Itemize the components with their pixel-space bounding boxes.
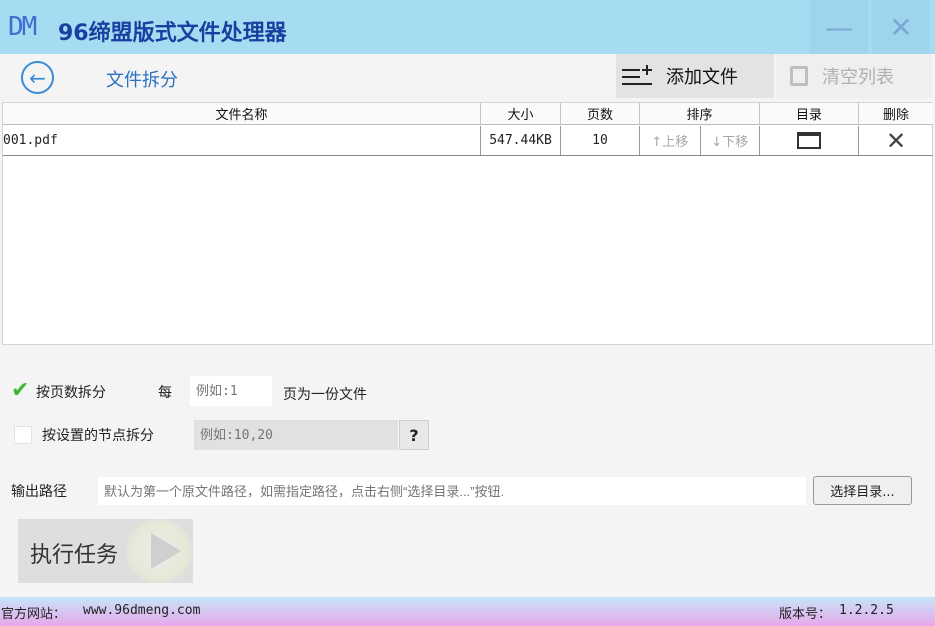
add-file-label: 添加文件 [666, 67, 738, 88]
minimize-button[interactable]: — [810, 0, 868, 54]
site-url[interactable]: www.96dmeng.com [83, 603, 200, 618]
site-label: 官方网站： [1, 607, 67, 622]
table-row[interactable]: 001.pdf 547.44KB 10 ↑上移 ↓下移 ✕ [3, 126, 933, 156]
add-list-icon [622, 65, 652, 87]
app-title: 96缔盟版式文件处理器 [58, 21, 287, 46]
header-delete[interactable]: 删除 [859, 103, 933, 124]
output-path-label: 输出路径 [11, 484, 67, 500]
close-icon: ✕ [885, 126, 907, 155]
run-task-button[interactable]: 执行任务 [18, 519, 193, 583]
header-sort[interactable]: 排序 [640, 103, 760, 124]
table-header: 文件名称 大小 页数 排序 目录 删除 [3, 103, 933, 125]
page-title: 文件拆分 [106, 70, 178, 91]
version-number: 1.2.2.5 [839, 603, 894, 618]
status-bar: 官方网站： www.96dmeng.com 版本号： 1.2.2.5 [0, 597, 935, 626]
version-label: 版本号： [779, 607, 832, 622]
play-icon [126, 519, 192, 583]
split-by-pages-label: 按页数拆分 [36, 385, 106, 401]
clear-list-label: 清空列表 [822, 67, 894, 88]
header-size[interactable]: 大小 [481, 103, 561, 124]
browse-directory-button[interactable]: 选择目录... [813, 476, 912, 505]
add-file-button[interactable]: 添加文件 [616, 54, 774, 98]
nodes-input[interactable] [194, 420, 398, 450]
header-pages[interactable]: 页数 [561, 103, 640, 124]
title-bar: DM 96缔盟版式文件处理器 — ✕ [0, 0, 935, 54]
header-name[interactable]: 文件名称 [3, 103, 481, 124]
open-folder-button[interactable] [760, 126, 859, 155]
clear-list-button[interactable]: 清空列表 [776, 54, 932, 98]
file-table: 文件名称 大小 页数 排序 目录 删除 001.pdf 547.44KB 10 … [2, 102, 933, 345]
folder-icon [797, 132, 821, 149]
sort-cell: ↑上移 ↓下移 [640, 126, 760, 155]
move-up-button[interactable]: ↑上移 [640, 126, 700, 155]
split-by-nodes-checkbox[interactable] [14, 426, 32, 444]
split-by-pages-checkbox[interactable]: ✔ [11, 378, 29, 403]
per-suffix-label: 页为一份文件 [283, 387, 367, 403]
per-label: 每 [158, 385, 172, 401]
file-size: 547.44KB [481, 126, 561, 155]
delete-row-button[interactable]: ✕ [859, 126, 933, 155]
move-down-button[interactable]: ↓下移 [699, 126, 760, 155]
file-pages: 10 [561, 126, 640, 155]
pages-per-file-input[interactable] [190, 376, 272, 406]
back-button[interactable]: ← [21, 61, 54, 94]
help-button[interactable]: ? [399, 420, 429, 450]
output-path-input[interactable] [98, 477, 806, 505]
run-task-label: 执行任务 [30, 543, 119, 568]
app-logo: DM [8, 12, 37, 42]
toolbar: ← 文件拆分 添加文件 清空列表 [0, 54, 935, 102]
close-button[interactable]: ✕ [872, 0, 930, 54]
file-name: 001.pdf [3, 126, 481, 155]
arrow-left-icon: ← [29, 65, 46, 90]
split-by-nodes-label: 按设置的节点拆分 [42, 428, 154, 444]
trash-icon [790, 66, 808, 86]
header-dir[interactable]: 目录 [760, 103, 859, 124]
